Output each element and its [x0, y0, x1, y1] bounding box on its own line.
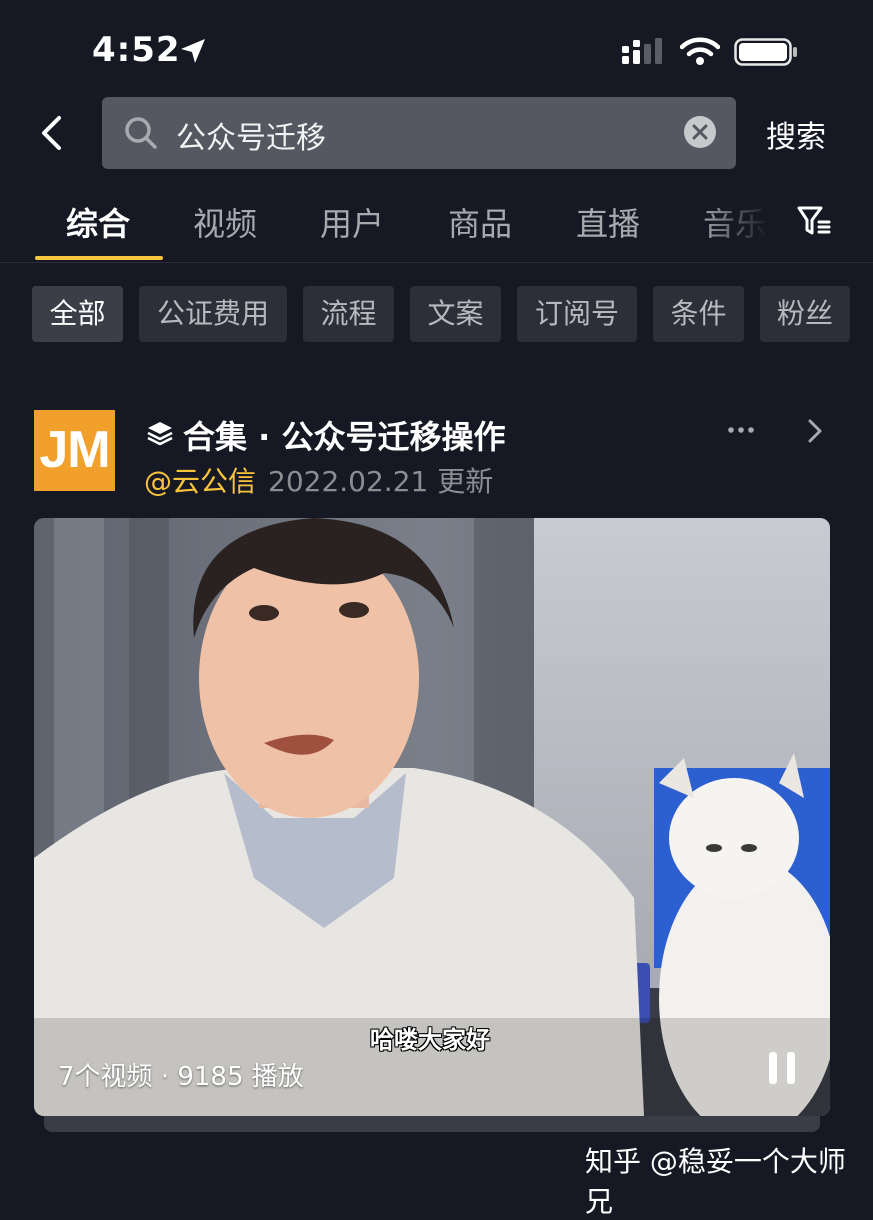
more-icon[interactable]: [726, 420, 756, 440]
clear-icon[interactable]: [683, 115, 717, 149]
tab-comprehensive[interactable]: 综合: [66, 199, 130, 245]
pause-icon[interactable]: [766, 1050, 798, 1086]
update-date: 2022.02.21 更新: [268, 465, 494, 498]
stack-icon: [147, 422, 173, 446]
location-arrow-icon: [181, 39, 205, 63]
chevron-right-icon[interactable]: [802, 416, 828, 446]
chip-all[interactable]: 全部: [32, 286, 123, 342]
filter-icon[interactable]: [796, 204, 832, 238]
chip-notary-fee[interactable]: 公证费用: [139, 286, 287, 342]
tab-active-indicator: [35, 256, 163, 260]
battery-icon: [734, 38, 797, 66]
chip-copywriting[interactable]: 文案: [410, 286, 501, 342]
tab-fade-overlay: [700, 190, 780, 250]
tab-product[interactable]: 商品: [448, 199, 512, 245]
search-icon: [125, 117, 157, 149]
avatar[interactable]: JM: [34, 410, 115, 491]
status-time: 4:52: [92, 30, 181, 70]
chip-process[interactable]: 流程: [303, 286, 394, 342]
chip-fans[interactable]: 粉丝: [760, 286, 850, 342]
watermark: 知乎 @稳妥一个大师兄: [585, 1145, 846, 1218]
tab-video[interactable]: 视频: [193, 199, 257, 245]
search-button[interactable]: 搜索: [766, 112, 826, 156]
back-arrow-icon[interactable]: [28, 108, 78, 158]
chip-conditions[interactable]: 条件: [653, 286, 744, 342]
tab-live[interactable]: 直播: [576, 199, 640, 245]
tab-user[interactable]: 用户: [320, 199, 384, 245]
search-query-text[interactable]: 公众号迁移: [176, 113, 326, 157]
signal-icon: [622, 38, 662, 64]
tab-divider: [0, 262, 873, 263]
collection-title[interactable]: 合集 · 公众号迁移操作: [183, 412, 505, 458]
wifi-icon: [680, 37, 720, 65]
author-name[interactable]: @云公信: [144, 460, 256, 500]
video-subtitle: 哈喽大家好: [370, 1026, 490, 1054]
video-meta: 7个视频 · 9185 播放: [58, 1062, 304, 1092]
chip-subscription[interactable]: 订阅号: [517, 286, 637, 342]
